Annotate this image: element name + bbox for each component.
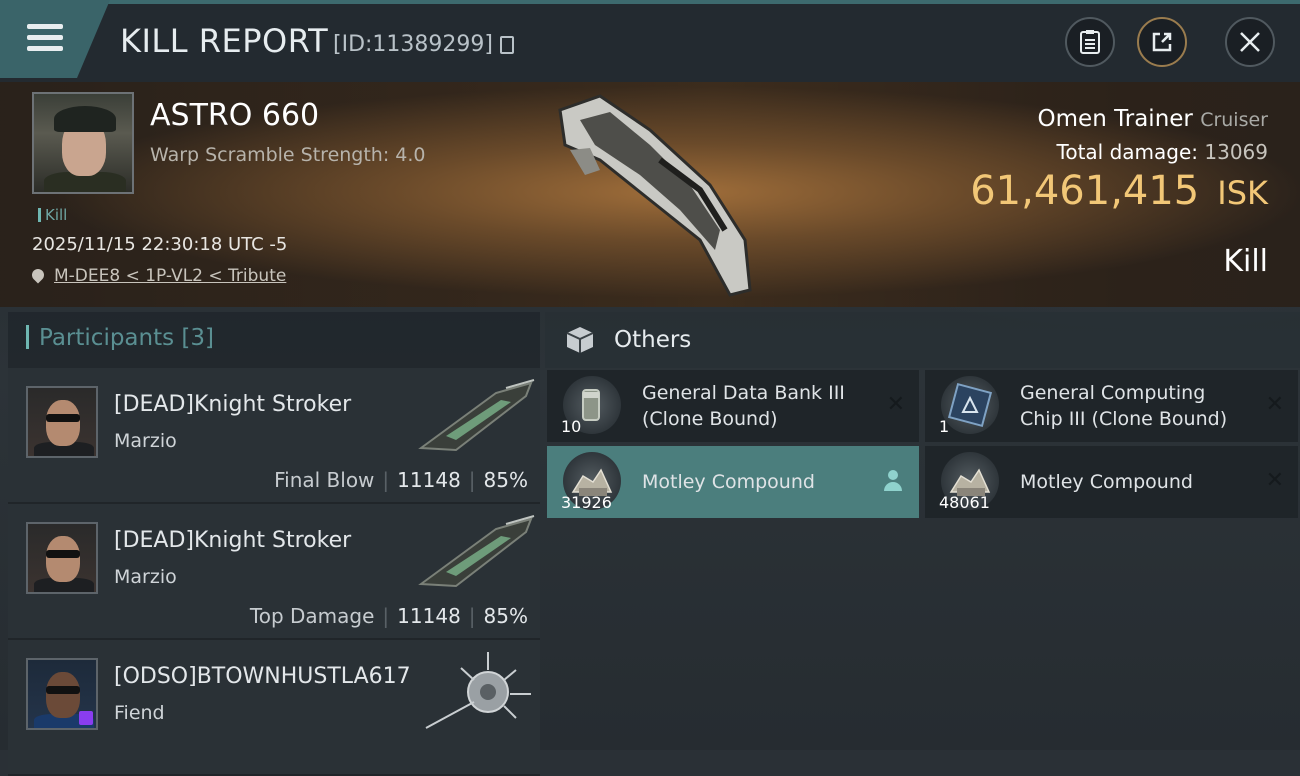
others-title: Others [614,327,692,353]
box-icon [566,327,594,353]
item-name: Motley Compound [1020,471,1193,493]
total-damage-label: Total damage: [1056,140,1199,164]
participant-name: [DEAD]Knight Stroker [114,528,352,553]
participant-ship: Fiend [114,702,165,724]
pilot-badge-icon [79,711,93,725]
participant-name: [DEAD]Knight Stroker [114,392,352,417]
item-name: Motley Compound [642,471,815,493]
participant-ship-image [418,379,535,452]
participant-ship-image [418,515,535,588]
participant-stats: Top Damage | 11148 | 85% [249,604,528,628]
location-pin-icon [29,266,47,284]
report-id: [ID:11389299] [333,32,493,57]
total-damage-value: 13069 [1204,140,1268,164]
participant-stat-label: Top Damage [249,604,375,628]
participants-title[interactable]: Participants [3] [26,325,214,351]
participant-percent: 85% [483,604,528,628]
victim-name[interactable]: ASTRO 660 [150,98,319,133]
computing-chip-icon [941,376,999,434]
participant-row[interactable]: [DEAD]Knight Stroker Marzio Final Blow | 1… [8,368,540,504]
item-name: General Computing Chip III (Clone Bound) [1020,382,1228,430]
participant-ship-image [425,652,531,729]
person-icon[interactable] [883,470,903,492]
isk-value: 61,461,415 ISK [970,168,1268,214]
participant-avatar[interactable] [26,658,98,730]
item-card[interactable]: 1 General Computing Chip III (Clone Bound… [925,370,1298,442]
participant-ship: Marzio [114,566,177,588]
share-icon [1152,32,1172,52]
item-card[interactable]: 10 General Data Bank III (Clone Bound) ✕ [547,370,919,442]
total-damage: Total damage: 13069 [1057,140,1268,164]
participant-row[interactable]: [ODSO]BTOWNHUSTLA617 Fiend [8,640,540,776]
close-button[interactable] [1225,17,1275,67]
item-quantity: 31926 [561,493,612,512]
victim-ship-image [558,94,752,297]
participant-name: [ODSO]BTOWNHUSTLA617 [114,664,411,689]
item-name: General Data Bank III (Clone Bound) [642,382,845,430]
participant-damage: 11148 [397,604,461,628]
clipboard-button[interactable] [1065,17,1115,67]
item-card-selected[interactable]: 31926 Motley Compound [547,446,919,518]
participant-percent: 85% [483,468,528,492]
participant-avatar[interactable] [26,522,98,594]
item-quantity: 48061 [939,493,990,512]
share-button[interactable] [1137,17,1187,67]
page-title: KILL REPORT [120,22,329,60]
item-card[interactable]: 48061 Motley Compound ✕ [925,446,1298,518]
item-quantity: 1 [939,417,950,436]
participant-ship: Marzio [114,430,177,452]
participants-list: [DEAD]Knight Stroker Marzio Final Blow | 1… [8,368,540,776]
isk-amount: 61,461,415 [970,168,1200,214]
participant-stats: Final Blow | 11148 | 85% [274,468,528,492]
kill-timestamp: 2025/11/15 22:30:18 UTC -5 [32,234,288,255]
kill-result: Kill [1223,244,1268,279]
remove-icon[interactable]: ✕ [887,392,905,417]
clipboard-icon [1080,30,1100,54]
menu-icon [27,22,63,52]
remove-icon[interactable]: ✕ [1266,392,1284,417]
ship-class: Cruiser [1200,109,1268,131]
close-icon [1240,32,1260,52]
participant-stat-label: Final Blow [274,468,375,492]
participant-row[interactable]: [DEAD]Knight Stroker Marzio Top Damage | 1… [8,504,540,640]
ship-name: Omen Trainer [1037,106,1193,132]
kill-location[interactable]: M-DEE8 < 1P-VL2 < Tribute [29,266,286,286]
location-link[interactable]: M-DEE8 < 1P-VL2 < Tribute [54,266,286,286]
participant-damage: 11148 [397,468,461,492]
participant-avatar[interactable] [26,386,98,458]
item-quantity: 10 [561,417,582,436]
remove-icon[interactable]: ✕ [1266,468,1284,493]
victim-avatar[interactable] [32,92,134,194]
victim-ship[interactable]: Omen Trainer Cruiser [1038,106,1268,132]
warp-scramble-strength: Warp Scramble Strength: 4.0 [150,144,426,166]
copy-icon[interactable] [500,36,514,54]
isk-unit: ISK [1217,174,1268,212]
participants-count: [3] [181,325,215,351]
kill-tag: Kill [38,206,67,224]
participants-label: Participants [39,325,175,351]
